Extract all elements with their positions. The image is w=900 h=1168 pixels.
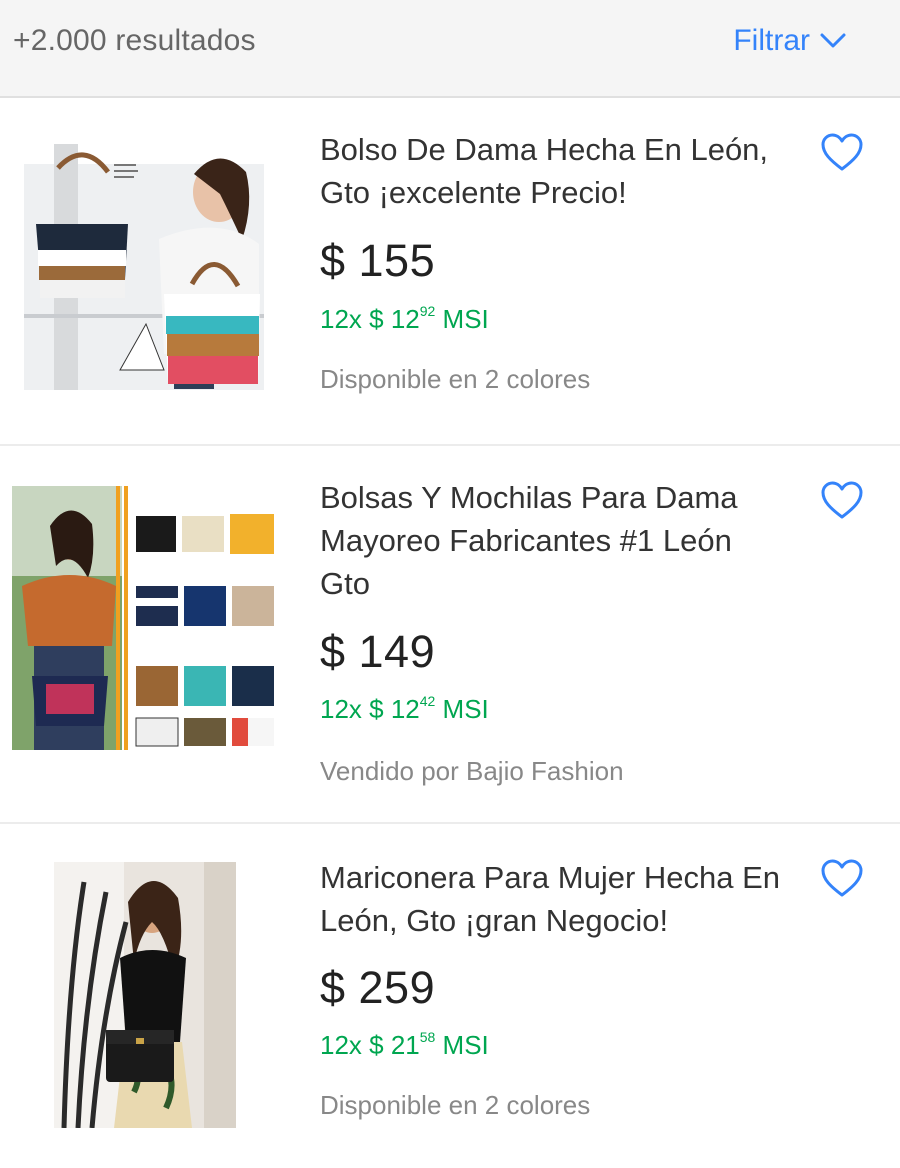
results-count: +2.000 resultados (13, 24, 256, 57)
filter-button[interactable]: Filtrar (733, 24, 848, 58)
item-price: $ 149 (320, 626, 436, 677)
installment-amount: 12x $ 12 (320, 694, 420, 724)
list-item[interactable]: Bolso De Dama Hecha En León, Gto ¡excele… (0, 98, 900, 444)
item-price: $ 259 (320, 962, 436, 1013)
product-image[interactable] (12, 486, 278, 750)
chevron-down-icon (820, 33, 846, 48)
item-title[interactable]: Bolso De Dama Hecha En León, Gto ¡excele… (320, 128, 790, 214)
heart-outline-icon (821, 133, 863, 171)
installment-suffix: MSI (435, 304, 489, 334)
results-header: +2.000 resultados Filtrar (0, 0, 900, 98)
heart-outline-icon (821, 481, 863, 519)
installment-cents: 58 (419, 1029, 436, 1046)
item-meta: Vendido por Bajio Fashion (320, 756, 624, 786)
item-meta: Disponible en 2 colores (320, 1090, 591, 1120)
list-item[interactable]: Bolsas Y Mochilas Para Dama Mayoreo Fabr… (0, 446, 900, 822)
filter-label: Filtrar (733, 24, 810, 57)
item-title[interactable]: Bolsas Y Mochilas Para Dama Mayoreo Fabr… (320, 476, 790, 605)
favorite-button[interactable] (820, 858, 864, 898)
item-installments: 12x $ 1242 MSI (320, 693, 489, 725)
installment-cents: 92 (419, 303, 436, 320)
product-image[interactable] (54, 862, 236, 1128)
installment-amount: 12x $ 21 (320, 1030, 420, 1060)
item-meta: Disponible en 2 colores (320, 364, 591, 394)
installment-suffix: MSI (435, 1030, 489, 1060)
product-image[interactable] (24, 144, 264, 390)
installment-suffix: MSI (435, 694, 489, 724)
item-price: $ 155 (320, 235, 436, 286)
installment-cents: 42 (419, 693, 436, 710)
item-title[interactable]: Mariconera Para Mujer Hecha En León, Gto… (320, 856, 790, 942)
item-installments: 12x $ 2158 MSI (320, 1029, 489, 1061)
favorite-button[interactable] (820, 480, 864, 520)
installment-amount: 12x $ 12 (320, 304, 420, 334)
favorite-button[interactable] (820, 132, 864, 172)
heart-outline-icon (821, 859, 863, 897)
list-item[interactable]: Mariconera Para Mujer Hecha En León, Gto… (0, 824, 900, 1168)
item-installments: 12x $ 1292 MSI (320, 303, 489, 335)
